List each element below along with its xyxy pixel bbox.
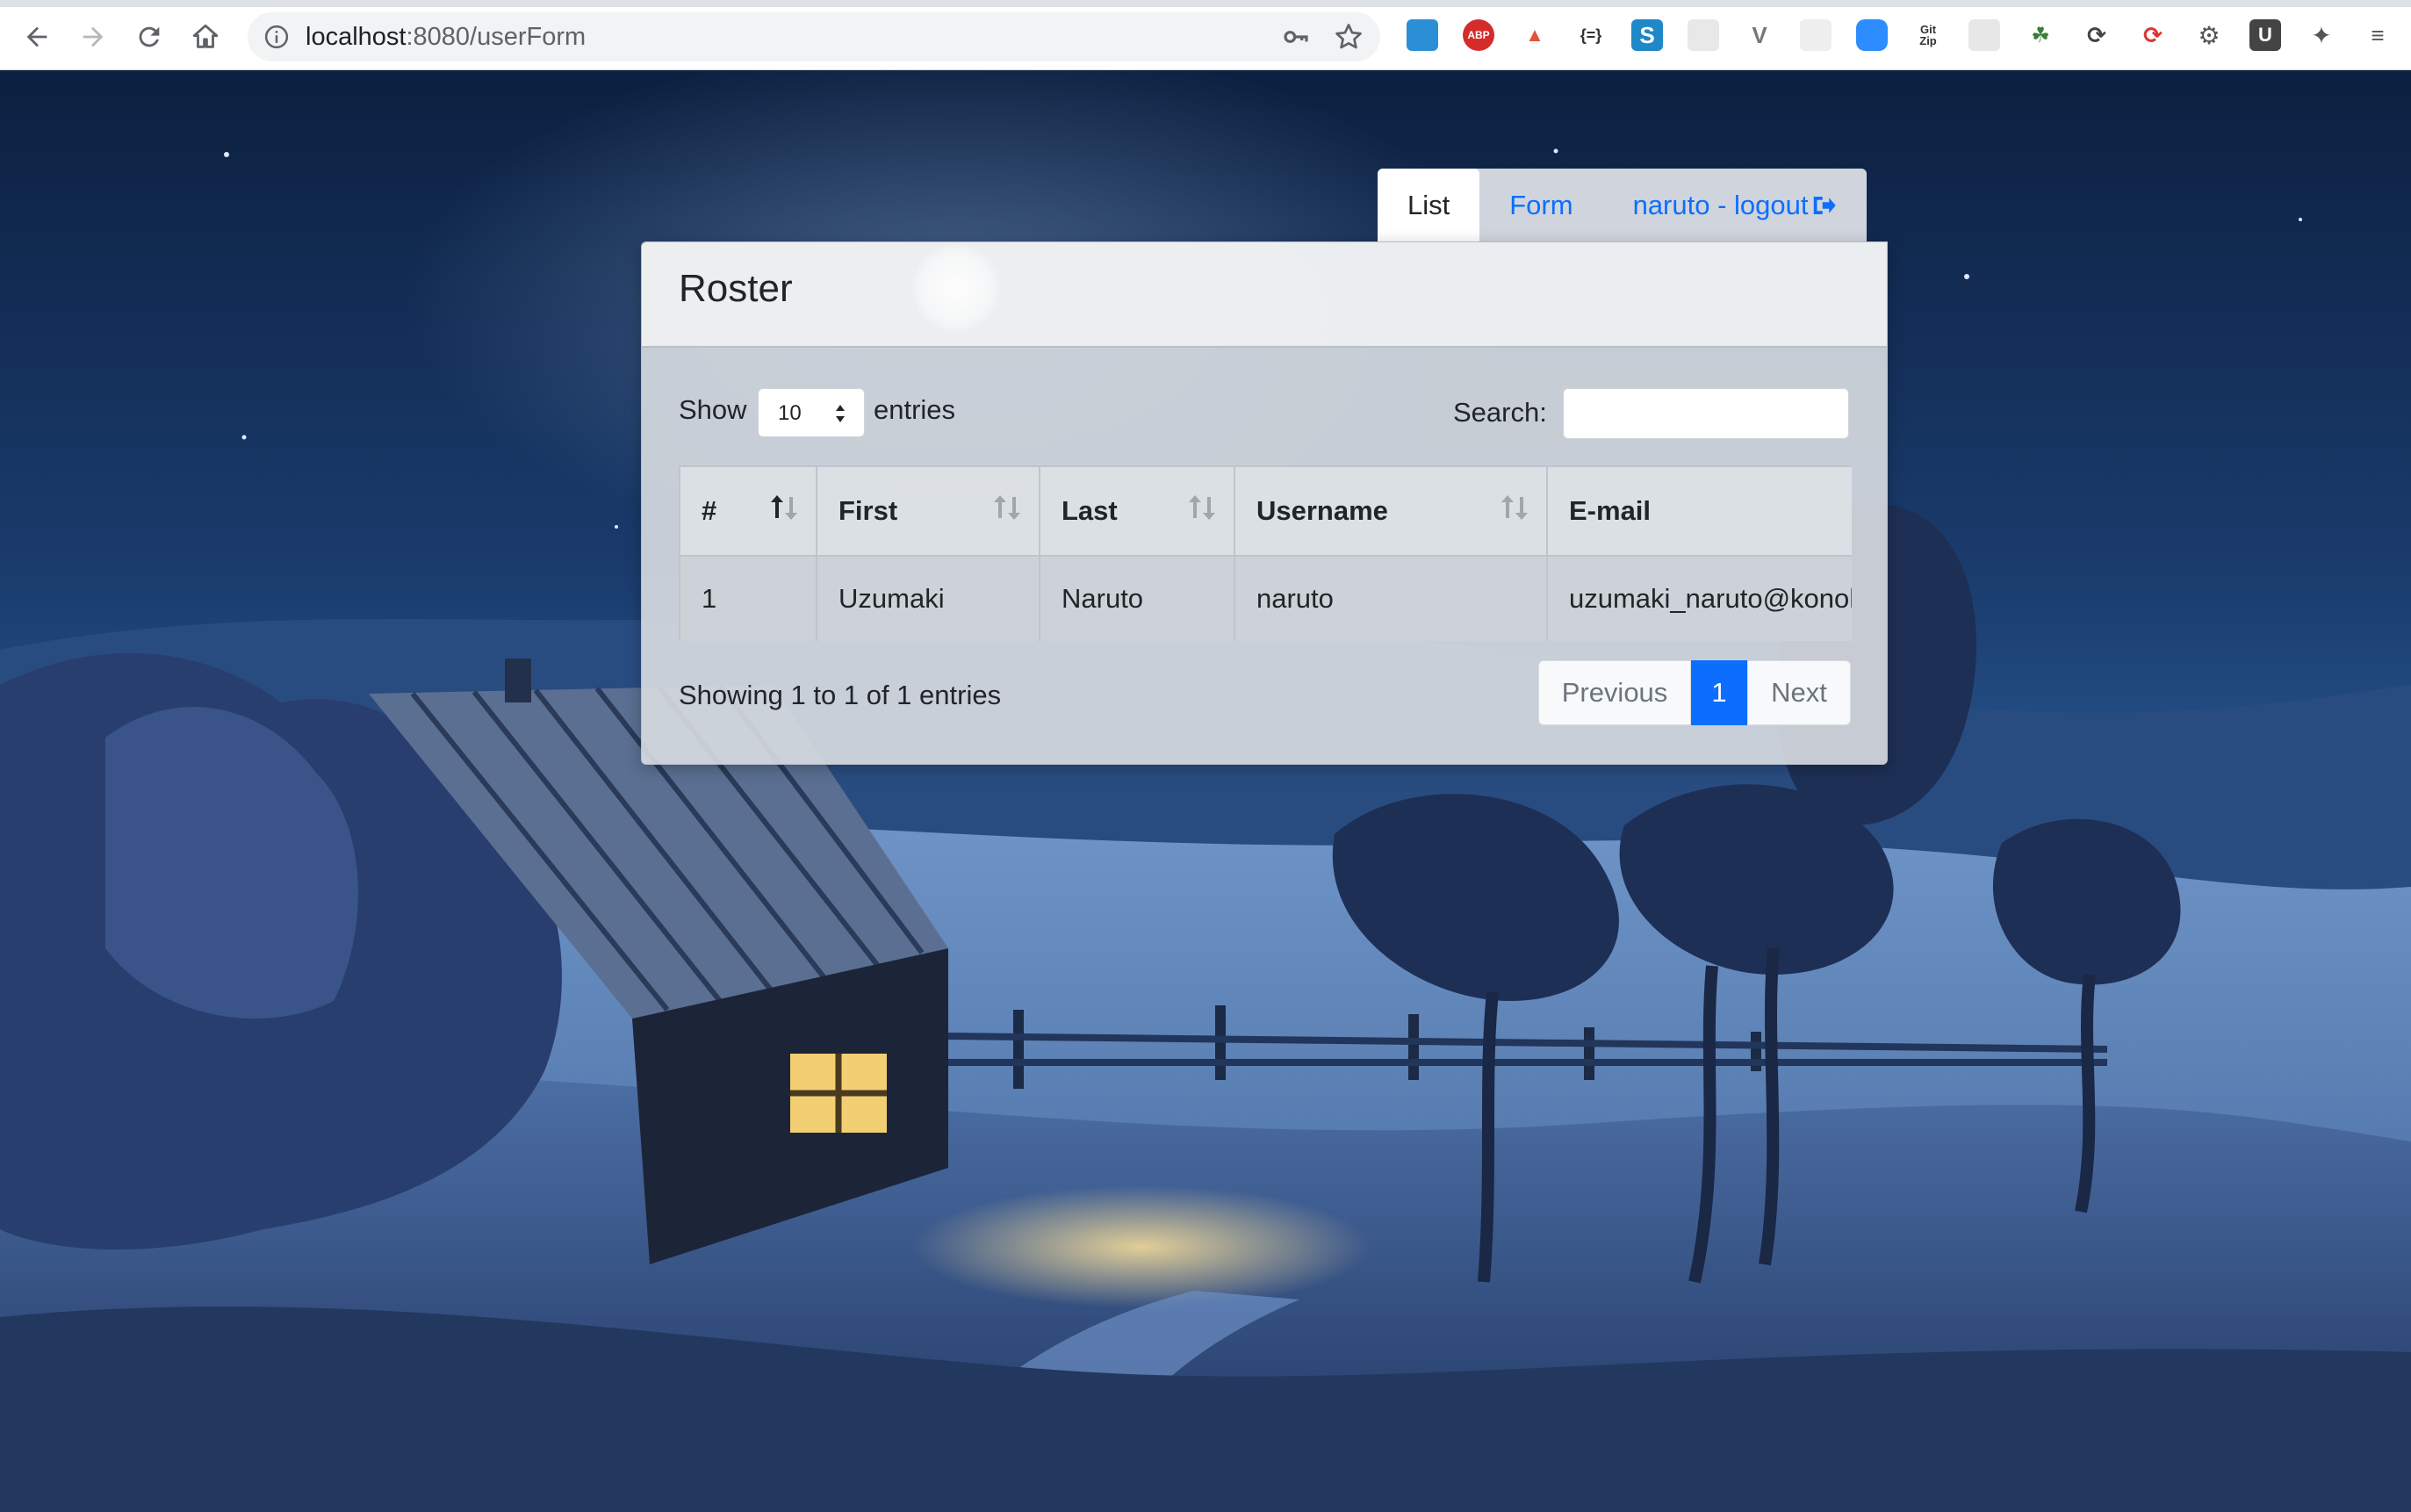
extension-doc-icon[interactable] xyxy=(1688,19,1719,51)
entries-label: entries xyxy=(874,394,956,425)
column-header-id[interactable]: # xyxy=(679,465,817,557)
tab-logout[interactable]: naruto - logout xyxy=(1603,169,1867,241)
page-1-button[interactable]: 1 xyxy=(1691,660,1747,725)
cell-last: Naruto xyxy=(1039,555,1235,641)
entries-per-page-select[interactable]: 10 xyxy=(758,388,865,437)
extension-gear-icon[interactable]: ⚙ xyxy=(2193,19,2225,51)
column-header-label: E-mail xyxy=(1569,495,1652,526)
url-host: localhost xyxy=(306,23,407,51)
column-header-first[interactable]: First xyxy=(816,465,1040,557)
extension-s-icon[interactable]: S xyxy=(1631,19,1663,51)
pagination: Previous 1 Next xyxy=(1538,660,1851,725)
search-label: Search: xyxy=(1453,397,1547,428)
next-page-button[interactable]: Next xyxy=(1747,660,1851,725)
sort-ascending-icon xyxy=(771,495,797,520)
tab-form-label: Form xyxy=(1509,189,1573,220)
back-icon[interactable] xyxy=(19,19,54,54)
cell-email: uzumaki_naruto@konoha.com xyxy=(1546,555,1852,641)
reload-icon[interactable] xyxy=(132,19,167,54)
cell-id: 1 xyxy=(679,555,817,641)
home-icon[interactable] xyxy=(188,19,223,54)
cell-username: naruto xyxy=(1234,555,1548,641)
column-header-email[interactable]: E-mail xyxy=(1546,465,1852,557)
extensions-puzzle-icon[interactable]: ✦ xyxy=(2306,19,2337,51)
table-header-row: # First Last Username E-mail xyxy=(679,465,1852,557)
card-header: Roster xyxy=(642,242,1887,348)
vue-devtools-icon[interactable]: V xyxy=(1744,19,1775,51)
logout-icon xyxy=(1813,196,1836,214)
extension-sync-icon[interactable]: ⟳ xyxy=(2081,19,2112,51)
search-input[interactable] xyxy=(1563,388,1849,439)
url-text: localhost:8080/userForm xyxy=(306,23,586,52)
previous-page-button[interactable]: Previous xyxy=(1538,660,1691,725)
column-header-label: First xyxy=(838,495,898,526)
sort-icon xyxy=(1501,495,1528,520)
select-arrows-icon xyxy=(836,405,845,422)
extension-window-icon[interactable] xyxy=(1407,19,1438,51)
roster-card: Roster Show 10 entries Search: # First L… xyxy=(641,241,1888,765)
tab-list[interactable]: List xyxy=(1378,169,1480,241)
key-icon[interactable] xyxy=(1282,23,1310,51)
json-viewer-icon[interactable]: {=} xyxy=(1575,19,1607,51)
column-header-label: Last xyxy=(1062,495,1118,526)
extension-grid-icon[interactable] xyxy=(1800,19,1832,51)
extension-tree-icon[interactable]: ▲ xyxy=(1519,19,1551,51)
tab-strip xyxy=(0,0,2411,7)
sort-icon xyxy=(994,495,1020,520)
site-info-icon[interactable] xyxy=(263,24,290,50)
tab-form[interactable]: Form xyxy=(1479,169,1602,241)
cell-first: Uzumaki xyxy=(816,555,1040,641)
roster-table: # First Last Username E-mail 1 Uzumaki N… xyxy=(679,465,1852,641)
reading-list-icon[interactable]: ≡ xyxy=(2362,19,2393,51)
forward-icon[interactable] xyxy=(76,19,111,54)
address-bar[interactable]: localhost:8080/userForm xyxy=(248,12,1380,61)
gitzip-icon[interactable]: Git Zip xyxy=(1912,19,1944,51)
tab-logout-label: naruto - logout xyxy=(1632,189,1809,220)
tab-list-label: List xyxy=(1407,189,1450,220)
extension-image-icon[interactable] xyxy=(1968,19,2000,51)
extension-leaf-icon[interactable]: ☘ xyxy=(2025,19,2056,51)
column-header-label: # xyxy=(702,495,717,526)
page-title: Roster xyxy=(679,267,793,310)
bookmark-star-icon[interactable] xyxy=(1333,21,1364,53)
column-header-label: Username xyxy=(1256,495,1388,526)
nav-tabs: List Form naruto - logout xyxy=(1378,169,1867,241)
show-label: Show xyxy=(679,394,747,425)
entries-per-page-value: 10 xyxy=(778,401,802,425)
adblock-icon[interactable]: ABP xyxy=(1463,19,1494,51)
zoom-icon[interactable] xyxy=(1856,19,1888,51)
sort-icon xyxy=(1189,495,1215,520)
browser-toolbar: localhost:8080/userForm ABP ▲ {=} S V Gi… xyxy=(0,0,2411,70)
column-header-last[interactable]: Last xyxy=(1039,465,1235,557)
moon-glow xyxy=(912,244,1000,332)
extension-u-icon[interactable]: U xyxy=(2249,19,2281,51)
url-path: :8080/userForm xyxy=(406,23,587,51)
extension-refresh-icon[interactable]: ⟳ xyxy=(2137,19,2169,51)
table-info: Showing 1 to 1 of 1 entries xyxy=(679,680,1002,710)
column-header-username[interactable]: Username xyxy=(1234,465,1548,557)
table-row[interactable]: 1 Uzumaki Naruto naruto uzumaki_naruto@k… xyxy=(679,555,1852,641)
